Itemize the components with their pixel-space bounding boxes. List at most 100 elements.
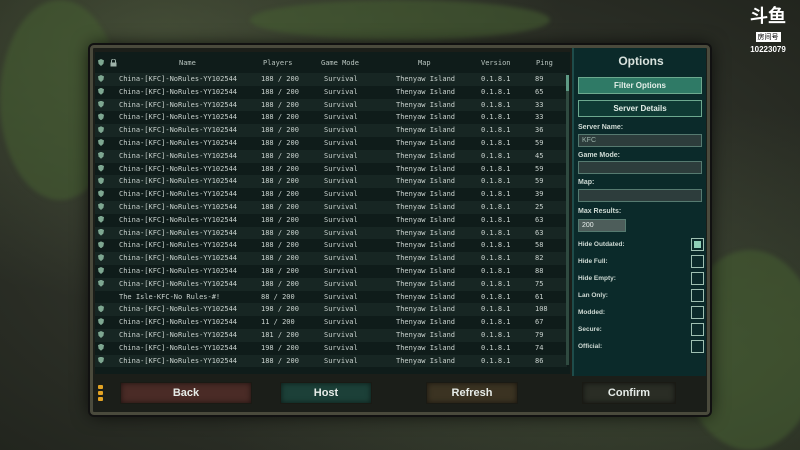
map-input[interactable]: [578, 189, 702, 202]
shield-icon: [98, 343, 104, 351]
server-row[interactable]: China-[KFC]-NoRules-YY102544 188 / 200 Sur…: [95, 239, 567, 252]
server-version: 0.1.8.1: [481, 266, 511, 275]
watermark-logo: 斗鱼: [750, 6, 786, 27]
col-header-version[interactable]: Version: [481, 59, 511, 67]
server-version: 0.1.8.1: [481, 330, 511, 339]
server-row[interactable]: China-[KFC]-NoRules-YY102544 188 / 200 Sur…: [95, 265, 567, 278]
server-row[interactable]: China-[KFC]-NoRules-YY102544 188 / 200 Sur…: [95, 163, 567, 176]
server-game-mode: Survival: [324, 254, 358, 263]
server-row[interactable]: China-[KFC]-NoRules-YY102544 188 / 200 Sur…: [95, 73, 567, 86]
col-header-name[interactable]: Name: [179, 59, 196, 67]
filter-check-row: Secure:: [578, 323, 704, 337]
server-row[interactable]: China-[KFC]-NoRules-YY102544 188 / 200 Sur…: [95, 149, 567, 163]
server-row[interactable]: China-[KFC]-NoRules-YY102544 11 / 200 Surv…: [95, 316, 567, 329]
col-header-ping[interactable]: Ping: [536, 59, 553, 67]
server-row[interactable]: China-[KFC]-NoRules-YY102544 188 / 200 Sur…: [95, 252, 567, 265]
server-players: 88 / 200: [261, 292, 295, 301]
server-name: China-[KFC]-NoRules-YY102544: [119, 343, 238, 352]
server-game-mode: Survival: [324, 215, 358, 224]
server-game-mode: Survival: [324, 305, 358, 314]
server-row[interactable]: China-[KFC]-NoRules-YY102544 188 / 200 Sur…: [95, 175, 567, 189]
server-players: 188 / 200: [261, 202, 299, 211]
server-row[interactable]: China-[KFC]-NoRules-YY102544 188 / 200 Sur…: [95, 277, 567, 291]
server-ping: 63: [535, 228, 544, 237]
server-players: 188 / 200: [261, 279, 299, 288]
col-header-map[interactable]: Map: [418, 59, 431, 67]
server-row[interactable]: China-[KFC]-NoRules-YY102544 188 / 200 Sur…: [95, 86, 567, 99]
server-row[interactable]: China-[KFC]-NoRules-YY102544 188 / 200 Sur…: [95, 98, 567, 112]
server-players: 188 / 200: [261, 100, 299, 109]
server-name-input[interactable]: KFC: [578, 134, 702, 147]
max-results-input[interactable]: 200: [578, 219, 626, 232]
server-map: Thenyaw Island: [396, 318, 456, 327]
server-ping: 59: [535, 177, 544, 186]
shield-icon: [98, 87, 104, 95]
server-name: China-[KFC]-NoRules-YY102544: [119, 215, 238, 224]
server-players: 188 / 200: [261, 177, 299, 186]
server-map: Thenyaw Island: [396, 215, 456, 224]
server-map: Thenyaw Island: [396, 113, 456, 122]
server-row[interactable]: China-[KFC]-NoRules-YY102544 188 / 200 Sur…: [95, 111, 567, 124]
filter-checkbox[interactable]: [691, 340, 704, 353]
server-map: Thenyaw Island: [396, 126, 456, 135]
server-row[interactable]: China-[KFC]-NoRules-YY102544 198 / 200 Sur…: [95, 303, 567, 317]
filter-checkbox[interactable]: [691, 289, 704, 302]
scrollbar-thumb[interactable]: [566, 75, 569, 91]
filter-checkbox[interactable]: [691, 323, 704, 336]
led-light: [98, 391, 103, 395]
server-ping: 108: [535, 305, 548, 314]
server-row[interactable]: China-[KFC]-NoRules-YY102544 188 / 200 Sur…: [95, 137, 567, 150]
server-name-label: Server Name:: [578, 124, 624, 131]
filter-check-label: Modded:: [578, 309, 606, 316]
server-row[interactable]: China-[KFC]-NoRules-YY102544 188 / 200 Sur…: [95, 214, 567, 227]
server-game-mode: Survival: [324, 318, 358, 327]
server-ping: 25: [535, 202, 544, 211]
server-row[interactable]: China-[KFC]-NoRules-YY102544 188 / 200 Sur…: [95, 200, 567, 214]
server-details-button[interactable]: Server Details: [578, 100, 702, 117]
col-header-game-mode[interactable]: Game Mode: [321, 59, 359, 67]
filter-checkbox[interactable]: [691, 255, 704, 268]
server-version: 0.1.8.1: [481, 126, 511, 135]
server-players: 188 / 200: [261, 164, 299, 173]
server-row[interactable]: The Isle-KFC-No Rules-#! 88 / 200 Survival…: [95, 291, 567, 304]
server-players: 188 / 200: [261, 356, 299, 365]
server-map: Thenyaw Island: [396, 202, 456, 211]
options-title: Options: [618, 54, 664, 68]
server-game-mode: Survival: [324, 202, 358, 211]
filter-checkbox[interactable]: [691, 306, 704, 319]
server-map: Thenyaw Island: [396, 241, 456, 250]
server-version: 0.1.8.1: [481, 215, 511, 224]
col-header-players[interactable]: Players: [263, 59, 293, 67]
server-version: 0.1.8.1: [481, 177, 511, 186]
server-game-mode: Survival: [324, 164, 358, 173]
filter-check-row: Lan Only:: [578, 289, 704, 303]
server-row[interactable]: China-[KFC]-NoRules-YY102544 188 / 200 Sur…: [95, 124, 567, 137]
server-ping: 82: [535, 254, 544, 263]
server-list-scrollbar[interactable]: [566, 75, 569, 365]
server-row[interactable]: China-[KFC]-NoRules-YY102544 188 / 200 Sur…: [95, 188, 567, 201]
filter-options-button[interactable]: Filter Options: [578, 77, 702, 94]
game-mode-input[interactable]: [578, 161, 702, 174]
back-button[interactable]: Back: [120, 382, 252, 404]
stream-watermark: 斗鱼 房间号 10223079: [740, 6, 796, 55]
server-row[interactable]: China-[KFC]-NoRules-YY102544 181 / 200 Sur…: [95, 328, 567, 342]
server-map: Thenyaw Island: [396, 87, 456, 96]
filter-checkbox[interactable]: [691, 272, 704, 285]
server-name: China-[KFC]-NoRules-YY102544: [119, 87, 238, 96]
server-row[interactable]: China-[KFC]-NoRules-YY102544 188 / 200 Sur…: [95, 354, 567, 368]
server-players: 188 / 200: [261, 151, 299, 160]
filter-checkbox[interactable]: [691, 238, 704, 251]
shield-icon: [98, 113, 104, 121]
server-name: China-[KFC]-NoRules-YY102544: [119, 254, 238, 263]
server-game-mode: Survival: [324, 87, 358, 96]
filter-check-row: Official:: [578, 340, 704, 354]
confirm-button[interactable]: Confirm: [582, 382, 676, 404]
host-button[interactable]: Host: [280, 382, 372, 404]
server-ping: 33: [535, 113, 544, 122]
server-row[interactable]: China-[KFC]-NoRules-YY102544 198 / 200 Sur…: [95, 342, 567, 355]
server-map: Thenyaw Island: [396, 151, 456, 160]
server-players: 188 / 200: [261, 254, 299, 263]
shield-icon: [98, 356, 104, 364]
server-row[interactable]: China-[KFC]-NoRules-YY102544 188 / 200 Sur…: [95, 226, 567, 240]
refresh-button[interactable]: Refresh: [426, 382, 518, 404]
